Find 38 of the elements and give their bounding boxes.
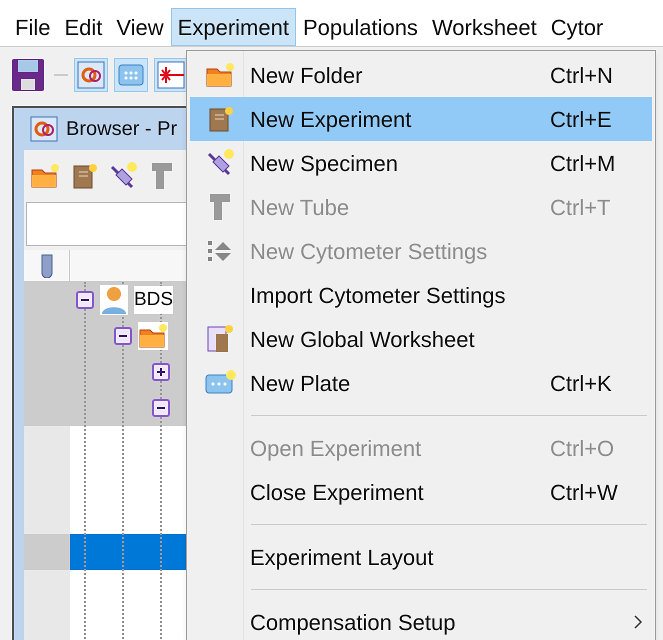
menu-bar-item[interactable]: Cytor	[544, 8, 610, 46]
tree-node-label[interactable]: BDS	[134, 286, 174, 314]
collapse-icon[interactable]	[114, 327, 132, 345]
worksheet-icon	[206, 324, 234, 354]
new-folder-icon	[30, 162, 60, 190]
menu-item[interactable]: Compensation Setup	[190, 600, 652, 640]
menu-item[interactable]: Close Experiment Ctrl+W	[190, 470, 652, 514]
menu-item[interactable]: New Experiment Ctrl+E	[190, 97, 652, 141]
settings-arrows-icon	[207, 238, 233, 264]
folder-icon	[138, 322, 168, 350]
menu-bar-item[interactable]: File	[8, 8, 58, 46]
browser-icon	[77, 61, 105, 89]
toolbar-button[interactable]	[114, 58, 148, 92]
tube-icon	[40, 254, 54, 278]
menu-item[interactable]: New Global Worksheet	[190, 317, 652, 361]
menu-bar-item[interactable]: Edit	[57, 8, 110, 46]
menu-bar-item[interactable]: View	[109, 8, 171, 46]
toolbar-button[interactable]	[154, 58, 188, 92]
user-icon	[100, 285, 128, 315]
syringe-icon	[205, 148, 235, 178]
menu-item[interactable]: New Specimen Ctrl+M	[190, 141, 652, 185]
menu-bar-item[interactable]: Populations	[296, 8, 425, 46]
save-icon	[11, 58, 45, 92]
browser-window-icon	[30, 116, 58, 142]
window-title: Browser - Pr	[66, 117, 178, 142]
toolbar-button[interactable]	[74, 58, 108, 92]
syringe-icon	[108, 161, 138, 191]
menu-item[interactable]: New Folder Ctrl+N	[190, 53, 652, 97]
collapse-icon[interactable]	[152, 399, 170, 417]
menu-bar-item[interactable]: Worksheet	[424, 8, 544, 46]
menu-item[interactable]: New Plate Ctrl+K	[190, 361, 652, 405]
laser-icon	[157, 61, 185, 89]
menu-item[interactable]: Experiment Layout	[190, 535, 652, 579]
menu-item[interactable]: Import Cytometer Settings	[190, 273, 652, 317]
folder-icon	[205, 61, 235, 89]
collapse-icon[interactable]	[76, 291, 94, 309]
menu-bar-item[interactable]: Experiment	[170, 8, 296, 46]
expand-icon[interactable]	[152, 363, 170, 381]
